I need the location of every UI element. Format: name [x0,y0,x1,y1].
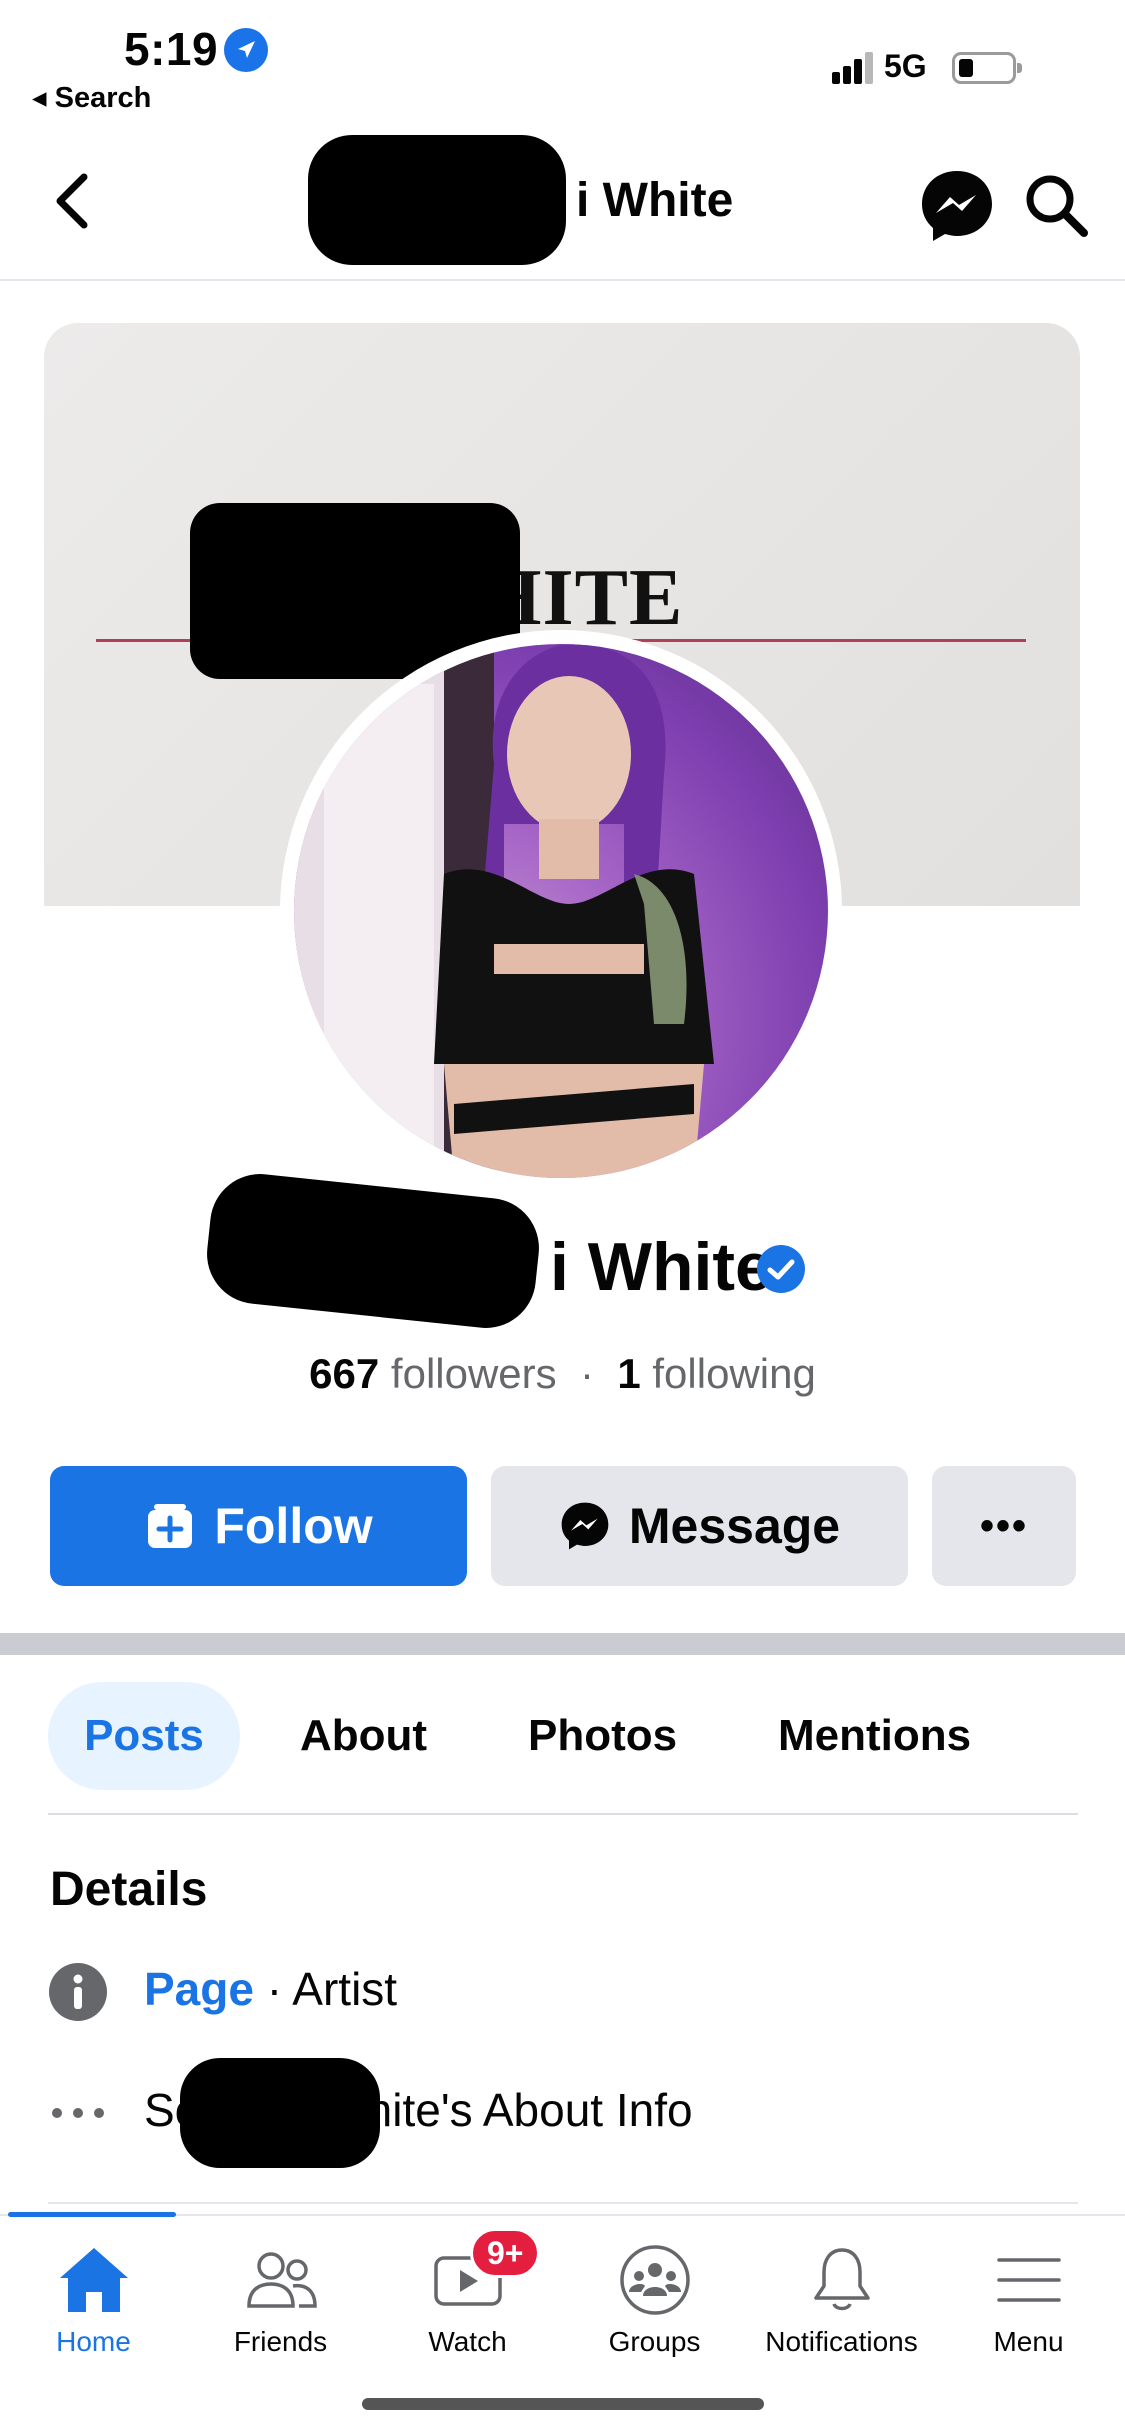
nav-home-label: Home [56,2326,131,2357]
back-to-search-link[interactable]: ◂ Search [32,80,151,115]
home-icon [59,2248,128,2312]
profile-name: i White [550,1229,773,1305]
messenger-button[interactable] [918,167,996,245]
portrait-illustration [294,644,714,1178]
friends-icon [246,2252,317,2308]
nav-friends-label: Friends [233,2326,328,2357]
network-type: 5G [884,48,927,84]
menu-icon [996,2258,1061,2302]
more-horizontal-icon [48,2083,108,2143]
message-button[interactable]: Message [491,1466,908,1586]
stats-separator: · [580,1350,594,1397]
nav-friends[interactable]: Friends [187,2244,374,2394]
nav-menu[interactable]: Menu [935,2244,1122,2394]
category-separator: · [253,1963,293,2015]
battery-icon [952,52,1022,84]
tab-posts[interactable]: Posts [48,1682,240,1790]
more-dots-icon: ••• [979,1503,1028,1548]
nav-groups[interactable]: Groups [561,2244,748,2394]
nav-menu-label: Menu [993,2326,1064,2357]
redaction-mark [202,1169,544,1333]
follow-label: Follow [214,1498,373,1554]
home-indicator[interactable] [362,2398,764,2410]
watch-notification-badge: 9+ [470,2228,541,2278]
search-icon [1026,175,1088,237]
nav-watch-label: Watch [428,2326,507,2357]
tab-photos[interactable]: Photos [528,1682,677,1790]
message-label: Message [628,1498,841,1554]
tabs-divider [48,1813,1078,1815]
redaction-mark [308,135,566,265]
more-options-button[interactable]: ••• [932,1466,1076,1586]
bell-icon [813,2248,870,2311]
back-button[interactable] [46,169,98,233]
info-icon [48,1962,108,2022]
page-title: i White [576,174,734,227]
verified-badge-icon [756,1244,806,1294]
nav-groups-label: Groups [608,2326,701,2357]
redaction-mark [180,2058,380,2168]
details-divider [48,2202,1078,2204]
status-time: 5:19 [124,23,219,75]
active-tab-indicator [8,2212,176,2217]
details-category-row: Page · Artist [144,1962,397,2016]
following-count: 1 [617,1350,641,1397]
top-app-bar: i White [0,125,1125,281]
details-heading: Details [50,1863,208,1916]
profile-picture[interactable] [294,644,828,1178]
cellular-signal-icon [832,52,874,84]
nav-home[interactable]: Home [0,2244,187,2394]
category-value: Artist [292,1963,398,2015]
follow-button[interactable]: Follow [50,1466,467,1586]
tab-about[interactable]: About [300,1682,427,1790]
chevron-left-icon [56,173,88,229]
follow-plus-icon [148,1504,193,1548]
search-button[interactable] [1020,169,1092,241]
follower-stats: 667 followers · 1 following [0,1350,1125,1398]
tab-mentions[interactable]: Mentions [778,1682,971,1790]
followers-count: 667 [309,1350,380,1397]
groups-icon [619,2245,690,2315]
nav-notifications[interactable]: Notifications [748,2244,935,2394]
messenger-icon [922,171,992,241]
location-arrow-icon [224,28,268,72]
page-link[interactable]: Page [144,1963,254,2015]
followers-label[interactable]: followers [391,1350,557,1397]
following-label[interactable]: following [652,1350,815,1397]
nav-notifications-label: Notifications [765,2326,918,2357]
messenger-icon [561,1502,609,1550]
status-bar: 5:19 ◂ Search 5G [0,0,1125,125]
section-divider [0,1633,1125,1655]
